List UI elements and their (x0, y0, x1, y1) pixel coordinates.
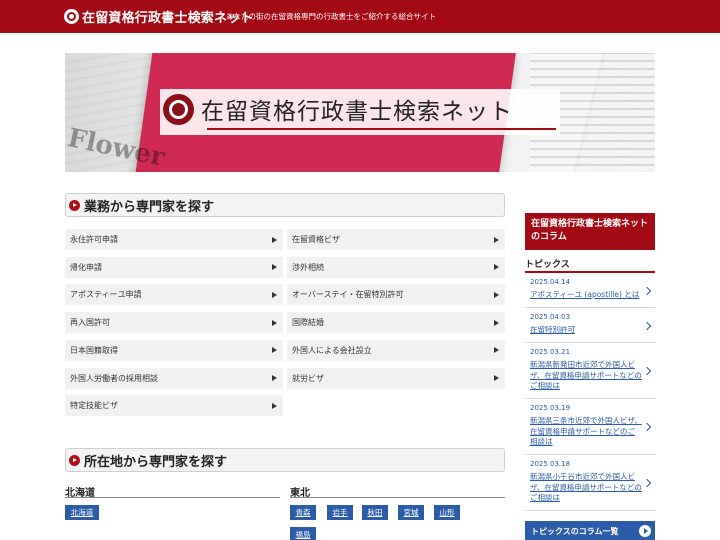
circle-arrow-icon (69, 199, 80, 211)
triangle-right-icon (272, 319, 277, 326)
service-link[interactable]: 帰化申請 (65, 256, 283, 278)
topic-link[interactable]: 新潟県小千谷市近郊で外国人ビザ、在留資格申請サポートなどのご相談は (530, 472, 642, 504)
topic-link[interactable]: アポスティーユ (apostille) とは (530, 290, 642, 301)
region-divider (65, 497, 280, 498)
service-link-label: 渉外相続 (292, 262, 324, 272)
topic-date: 2025.03.18 (530, 460, 571, 468)
hero-title: 在留資格行政書士検索ネット (201, 99, 513, 125)
locations-section-title: 所在地から専門家を探す (84, 454, 228, 470)
region-divider (290, 497, 505, 498)
triangle-right-icon (272, 375, 277, 381)
prefecture-link[interactable]: 宮城 (398, 505, 424, 520)
service-link-label: アポスティーユ申請 (70, 290, 142, 300)
column-header[interactable]: 在留資格行政書士検索ネットのコラム (525, 213, 655, 250)
service-link-label: 帰化申請 (70, 262, 102, 272)
triangle-right-icon (272, 264, 277, 271)
topics-list-button-label: トピックスのコラム一覧 (531, 526, 619, 536)
triangle-right-icon (494, 319, 499, 326)
service-link[interactable]: 外国人労働者の採用相談 (65, 367, 283, 389)
triangle-right-icon (494, 347, 499, 354)
service-link-label: 永住許可申請 (70, 235, 118, 244)
topic-link[interactable]: 新潟県新発田市近郊で外国人ビザ、在留資格申請サポートなどのご相談は (530, 360, 642, 392)
service-link-label: 再入国許可 (70, 318, 110, 328)
site-tagline: あなたの街の在留資格専門の行政書士をご紹介する総合サイト (226, 12, 436, 21)
site-header: 在留資格行政書士検索ネット あなたの街の在留資格専門の行政書士をご紹介する総合サ… (0, 0, 720, 33)
triangle-right-icon (494, 236, 499, 243)
chevron-right-icon (642, 478, 652, 488)
service-link[interactable]: アポスティーユ申請 (65, 284, 283, 306)
hero-emblem-icon (163, 93, 194, 125)
service-link[interactable]: 日本国籍取得 (65, 339, 283, 361)
service-link-label: オーバーステイ・在留特別許可 (292, 290, 404, 300)
locations-section-header: 所在地から専門家を探す (65, 448, 505, 472)
service-link[interactable]: 国際結婚 (287, 312, 505, 334)
service-link-label: 日本国籍取得 (70, 345, 118, 355)
service-link[interactable]: 就労ビザ (287, 367, 505, 389)
topic-item[interactable]: 2025.04.03 在留特別許可 (525, 308, 655, 343)
services-section-title: 業務から専門家を探す (84, 199, 215, 215)
service-link[interactable]: 渉外相続 (287, 256, 505, 278)
prefecture-link[interactable]: 山形 (434, 505, 460, 520)
hero-logo: 在留資格行政書士検索ネット (163, 92, 513, 126)
prefecture-link[interactable]: 北海道 (65, 505, 99, 520)
topic-date: 2025.04.14 (530, 278, 571, 286)
chevron-right-icon (642, 422, 652, 432)
chevron-right-icon (642, 286, 652, 295)
logo-emblem-icon (64, 9, 79, 24)
hero-banner: Flower 在留資格行政書士検索ネット (65, 53, 655, 172)
triangle-right-icon (272, 291, 277, 298)
service-link[interactable]: 外国人による会社設立 (287, 339, 505, 361)
service-link-label: 国際結婚 (292, 318, 324, 328)
service-link[interactable]: オーバーステイ・在留特別許可 (287, 284, 505, 306)
chevron-right-icon (642, 321, 652, 330)
service-link-label: 外国人による会社設立 (292, 345, 372, 355)
services-section-header: 業務から専門家を探す (65, 193, 505, 217)
topic-link[interactable]: 在留特別許可 (530, 325, 642, 336)
service-link[interactable]: 永住許可申請 (65, 229, 283, 250)
topic-item[interactable]: 2025.03.18 新潟県小千谷市近郊で外国人ビザ、在留資格申請サポートなどのご… (525, 455, 655, 511)
triangle-right-icon (272, 402, 277, 409)
service-link[interactable]: 特定技能ビザ (65, 395, 283, 417)
service-link-label: 特定技能ビザ (70, 401, 118, 411)
service-link-label: 就労ビザ (292, 373, 324, 383)
triangle-right-icon (272, 347, 277, 354)
topic-item[interactable]: 2025.03.21 新潟県新発田市近郊で外国人ビザ、在留資格申請サポートなどのご… (525, 343, 655, 399)
topic-date: 2025.03.21 (530, 348, 571, 356)
triangle-right-icon (494, 375, 499, 381)
topic-link[interactable]: 新潟県三条市近郊で外国人ビザ、在留資格申請サポートなどのご相談は (530, 416, 642, 448)
topic-date: 2025.03.19 (530, 404, 571, 412)
prefecture-link[interactable]: 秋田 (362, 505, 388, 520)
triangle-right-icon (272, 236, 277, 243)
chevron-right-icon (642, 366, 652, 376)
triangle-right-icon (494, 264, 499, 271)
topics-title: トピックス (525, 260, 570, 270)
prefecture-link[interactable]: 福島 (290, 527, 316, 540)
topic-date: 2025.04.03 (530, 313, 571, 321)
prefecture-link[interactable]: 岩手 (327, 505, 353, 520)
triangle-right-icon (494, 291, 499, 298)
service-link[interactable]: 再入国許可 (65, 312, 283, 334)
prefecture-link[interactable]: 青森 (290, 505, 316, 520)
topics-list-button[interactable]: トピックスのコラム一覧 (525, 521, 655, 540)
service-link-label: 外国人労働者の採用相談 (70, 373, 158, 383)
topic-item[interactable]: 2025.03.19 新潟県三条市近郊で外国人ビザ、在留資格申請サポートなどのご相… (525, 399, 655, 455)
circle-arrow-icon (69, 454, 80, 466)
topic-item[interactable]: 2025.04.14 アポスティーユ (apostille) とは (525, 273, 655, 308)
service-link-label: 在留資格ビザ (292, 235, 340, 244)
circle-arrow-icon (639, 525, 651, 537)
service-link[interactable]: 在留資格ビザ (287, 229, 505, 250)
